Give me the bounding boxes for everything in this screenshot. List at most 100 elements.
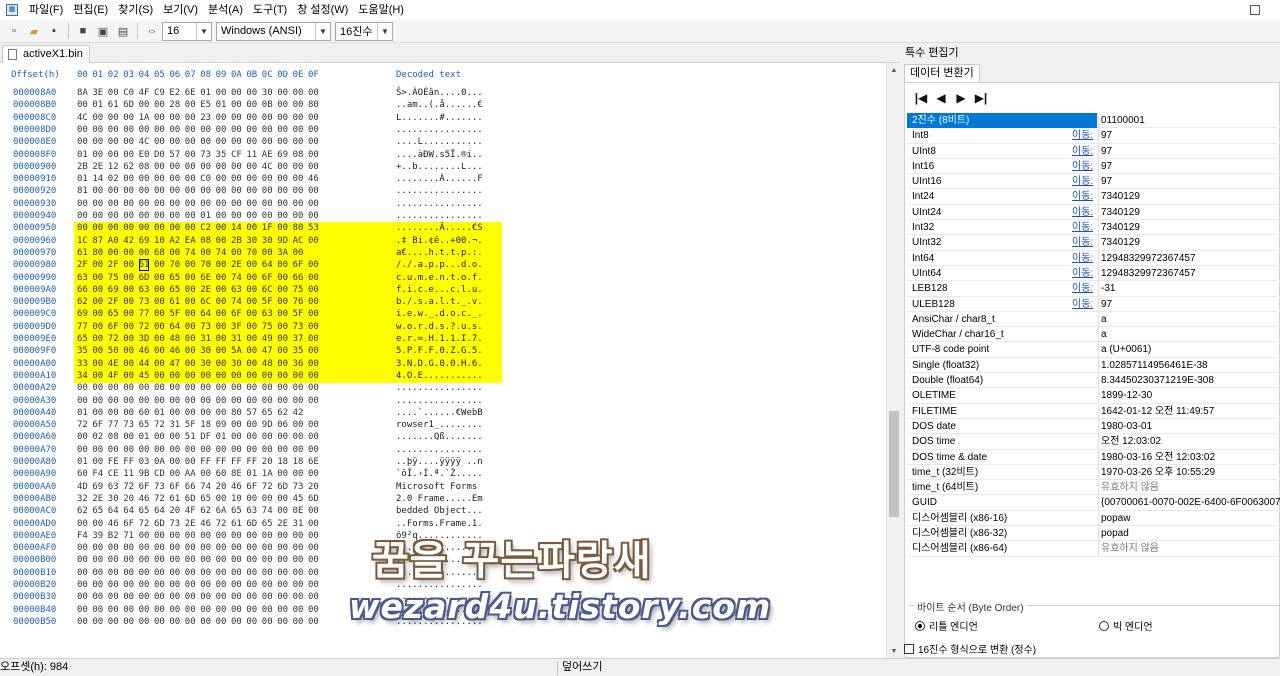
inspector-row[interactable]: Single (float32) 1.02857114956461E-38 [907,357,1280,374]
hex-byte[interactable]: 00 [308,431,319,443]
decoded-text[interactable]: 3.N.D.G.0.0.H.6. [396,358,483,370]
hex-byte[interactable]: 00 [246,345,257,357]
hex-byte[interactable]: 00 [200,198,211,210]
hex-byte[interactable]: 00 [139,210,150,222]
hex-byte[interactable]: 00 [246,358,257,370]
hex-byte[interactable]: 00 [169,112,180,124]
hex-byte[interactable]: 73 [169,518,180,530]
hex-byte[interactable]: 00 [92,358,103,370]
inspector-row[interactable]: Int16 이동: 97 [907,158,1280,175]
hex-byte[interactable]: 66 [77,284,88,296]
hex-byte[interactable]: 6D [246,518,257,530]
decoded-text[interactable]: ....àÐW.s5Ï.®i.. [396,149,483,161]
hex-row[interactable]: 000008F0 01 00 00 00 E0 D0 57 00 73 35 CF 11 AE 69 08 00… [0,149,886,161]
inspector-value[interactable]: 유효하지 않음 [1101,480,1280,495]
hex-byte[interactable]: 00 [308,530,319,542]
hex-byte[interactable]: 63 [139,284,150,296]
hex-byte[interactable]: 00 [139,247,150,259]
hex-byte[interactable]: 46 [231,481,242,493]
hex-byte[interactable]: 72 [139,518,150,530]
hex-byte[interactable]: 42 [123,235,134,247]
inspector-row[interactable]: Int24 이동: 7340129 [907,189,1280,205]
hex-byte[interactable]: 53 [308,222,319,234]
hex-byte[interactable]: 00 [308,567,319,579]
hex-row[interactable]: 00000A20 00 00 00 00 00 00 00 00 00 00 00 00 00 00 00 00… [0,382,886,394]
hex-byte[interactable]: 4F [139,87,150,99]
hex-byte[interactable]: 00 [108,112,119,124]
hex-byte[interactable]: 68 [154,247,165,259]
hex-byte[interactable]: 00 [169,554,180,566]
hex-byte[interactable]: 73 [200,149,211,161]
hex-byte[interactable]: 00 [123,407,134,419]
inspector-row[interactable]: 디스어셈블리 (x86-64) 유효하지 않음 [907,541,1280,557]
hex-byte[interactable]: FF [231,456,242,468]
menu-item[interactable]: 창 설정(W) [292,0,353,20]
hex-byte[interactable]: 45 [139,370,150,382]
inspector-value[interactable]: 97 [1101,128,1280,143]
hex-byte[interactable]: 0A [154,456,165,468]
hex-byte[interactable]: 87 [92,235,103,247]
hex-byte[interactable]: 6F [293,259,304,271]
hex-byte[interactable]: 00 [185,456,196,468]
hex-byte[interactable]: 00 [246,419,257,431]
hex-byte[interactable]: 65 [169,272,180,284]
hex-byte[interactable]: 00 [92,554,103,566]
file-tools-icon[interactable]: ▤ [115,23,131,39]
hex-byte[interactable]: E0 [139,149,150,161]
hex-byte[interactable]: 00 [154,161,165,173]
hex-byte[interactable]: 2E [92,493,103,505]
hex-byte[interactable]: 00 [200,554,211,566]
hex-byte[interactable]: 00 [216,272,227,284]
hex-byte[interactable]: 00 [293,431,304,443]
hex-byte[interactable]: 70 [169,259,180,271]
hex-byte[interactable]: 00 [185,173,196,185]
hex-row[interactable]: 000009C0 69 00 65 00 77 00 5F 00 64 00 6F 00 63 00 5F 00… [0,308,886,322]
hex-byte[interactable]: 8E [231,468,242,480]
hex-byte[interactable]: 00 [246,444,257,456]
hex-byte[interactable]: 00 [154,333,165,345]
hex-byte[interactable]: 73 [200,321,211,333]
inspector-row[interactable]: AnsiChar / char8_t a [907,311,1280,328]
decoded-text[interactable]: L.......#....... [396,112,483,124]
hex-byte[interactable]: AE [262,149,273,161]
hex-byte[interactable]: 00 [169,591,180,603]
hex-byte[interactable]: 01 [77,149,88,161]
hex-byte[interactable]: 77 [139,308,150,320]
inspector-value[interactable]: 12948329972367457 [1101,251,1280,266]
hex-byte[interactable]: 30 [108,493,119,505]
hex-byte[interactable]: 00 [308,112,319,124]
hex-byte[interactable]: 00 [200,579,211,591]
goto-link[interactable]: 이동: [1072,128,1093,143]
hex-byte[interactable]: 00 [231,112,242,124]
hex-byte[interactable]: 06 [277,419,288,431]
hex-byte[interactable]: 00 [92,542,103,554]
hex-byte[interactable]: 00 [277,395,288,407]
hex-byte[interactable]: 00 [154,198,165,210]
hex-byte[interactable]: 00 [246,87,257,99]
hex-byte[interactable]: 00 [154,296,165,308]
hex-byte[interactable]: 61 [138,259,150,272]
hex-byte[interactable]: 72 [139,321,150,333]
hex-byte[interactable]: 00 [308,358,319,370]
hex-byte[interactable]: 00 [200,124,211,136]
hex-byte[interactable]: 6E [308,456,319,468]
goto-link[interactable]: 이동: [1072,174,1093,189]
hex-byte[interactable]: 4F [108,370,119,382]
hex-byte[interactable]: 18 [293,456,304,468]
inspector-row[interactable]: UInt32 이동: 7340129 [907,235,1280,251]
hex-byte[interactable]: 00 [123,382,134,394]
hex-byte[interactable]: 00 [123,173,134,185]
hex-byte[interactable]: 00 [246,136,257,148]
hex-byte[interactable]: 31 [231,333,242,345]
hex-byte[interactable]: 4E [108,358,119,370]
hex-row[interactable]: 00000990 63 00 75 00 6D 00 65 00 6E 00 74 00 6F 00 66 00… [0,271,886,285]
hex-byte[interactable]: 00 [277,222,288,234]
hex-byte[interactable]: 00 [185,99,196,111]
hex-byte[interactable]: 80 [231,407,242,419]
hex-byte[interactable]: 00 [308,185,319,197]
hex-byte[interactable]: 00 [92,382,103,394]
hex-row[interactable]: 000009A0 66 00 69 00 63 00 65 00 2E 00 63 00 6C 00 75 00… [0,283,886,297]
hex-byte[interactable]: 35 [293,345,304,357]
hex-byte[interactable]: 00 [92,518,103,530]
hex-byte[interactable]: 00 [216,259,227,271]
